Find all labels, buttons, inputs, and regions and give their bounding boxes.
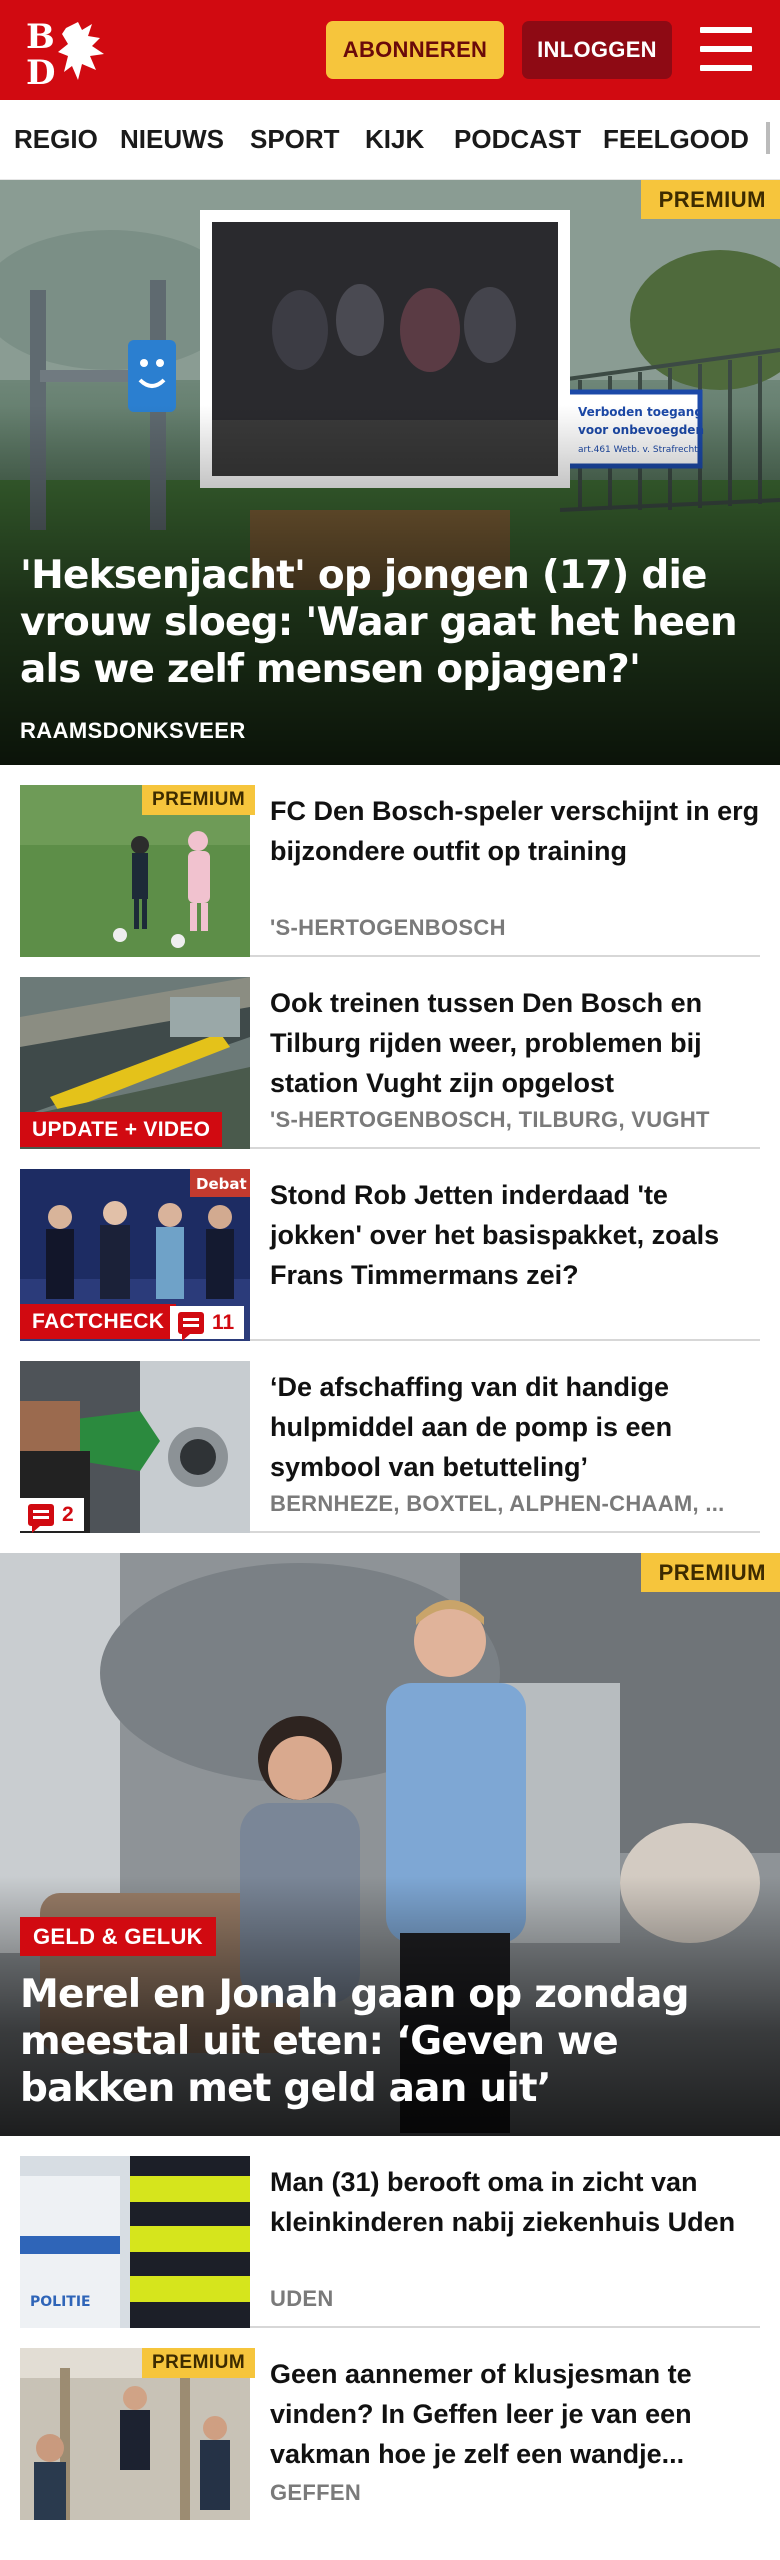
login-button[interactable]: INLOGGEN xyxy=(522,21,672,79)
article-title[interactable]: Geen aannemer of klusjesman te vinden? I… xyxy=(270,2354,765,2474)
comment-count[interactable]: 11 xyxy=(170,1306,245,1341)
article-label: UPDATE + VIDEO xyxy=(20,1112,223,1147)
list-item[interactable]: PREMIUM Geen aannemer of klusjesman te v… xyxy=(20,2348,760,2520)
site-header: B D ABONNEREN INLOGGEN xyxy=(0,0,780,100)
article-location: UDEN xyxy=(270,2286,334,2311)
subscribe-button[interactable]: ABONNEREN xyxy=(326,21,504,79)
nav-overflow-indicator xyxy=(766,122,770,154)
hero-title[interactable]: 'Heksenjacht' op jongen (17) die vrouw s… xyxy=(20,552,760,693)
thumb-caption: POLITIE xyxy=(30,2294,91,2310)
premium-badge: PREMIUM xyxy=(142,785,256,815)
article-location: GEFFEN xyxy=(270,2480,362,2505)
svg-text:B: B xyxy=(26,17,55,57)
article-title[interactable]: ‘De afschaffing van dit handige hulpmidd… xyxy=(270,1367,765,1487)
svg-text:D: D xyxy=(26,53,55,86)
feature-title[interactable]: Merel en Jonah gaan op zondag meestal ui… xyxy=(20,1971,760,2112)
comment-icon xyxy=(28,1504,54,1533)
article-label: FACTCHECK xyxy=(20,1304,177,1339)
main-nav: REGIO NIEUWS SPORT KIJK PODCAST FEELGOOD xyxy=(0,100,780,180)
comment-count-value: 11 xyxy=(212,1311,235,1334)
article-title[interactable]: Man (31) berooft oma in zicht van kleink… xyxy=(270,2162,765,2242)
premium-badge: PREMIUM xyxy=(640,1553,780,1592)
premium-badge: PREMIUM xyxy=(640,180,780,219)
article-location: 'S-HERTOGENBOSCH, TILBURG, VUGHT xyxy=(270,1107,710,1132)
nav-item-kijk[interactable]: KIJK xyxy=(365,124,424,155)
list-item[interactable]: PREMIUM FC Den Bosch-speler verschijnt i… xyxy=(20,785,760,957)
list-item[interactable]: Debat FACTCHECK 11 Stond Rob Jetten inde… xyxy=(20,1169,760,1341)
article-location: 'S-HERTOGENBOSCH xyxy=(270,915,506,940)
nav-item-podcast[interactable]: PODCAST xyxy=(454,124,581,155)
list-item[interactable]: 2 ‘De afschaffing van dit handige hulpmi… xyxy=(20,1361,760,1533)
feature-article[interactable]: PREMIUM GELD & GELUK Merel en Jonah gaan… xyxy=(0,1553,780,2136)
list-item[interactable]: UPDATE + VIDEO Ook treinen tussen Den Bo… xyxy=(20,977,760,1149)
article-location: BERNHEZE, BOXTEL, ALPHEN-CHAAM, ... xyxy=(270,1491,725,1516)
nav-item-regio[interactable]: REGIO xyxy=(14,124,98,155)
comment-icon xyxy=(178,1312,204,1341)
article-title[interactable]: FC Den Bosch-speler verschijnt in erg bi… xyxy=(270,791,765,871)
article-title[interactable]: Stond Rob Jetten inderdaad 'te jokken' o… xyxy=(270,1175,765,1295)
comment-count[interactable]: 2 xyxy=(20,1498,84,1533)
bd-logo[interactable]: B D xyxy=(26,16,118,86)
nav-item-feelgood[interactable]: FEELGOOD xyxy=(603,124,749,155)
hero-location: RAAMSDONKSVEER xyxy=(20,718,246,743)
premium-badge: PREMIUM xyxy=(142,2348,256,2378)
list-item[interactable]: POLITIE Man (31) berooft oma in zicht va… xyxy=(20,2156,760,2328)
hero-article[interactable]: Verboden toegang voor onbevoegden art.46… xyxy=(0,180,780,765)
comment-count-value: 2 xyxy=(62,1503,74,1526)
thumb-caption: Debat xyxy=(196,1175,247,1193)
category-label[interactable]: GELD & GELUK xyxy=(20,1917,216,1956)
nav-item-nieuws[interactable]: NIEUWS xyxy=(120,124,224,155)
menu-icon[interactable] xyxy=(700,27,752,71)
nav-item-sport[interactable]: SPORT xyxy=(250,124,340,155)
article-thumbnail: POLITIE xyxy=(20,2156,250,2328)
article-title[interactable]: Ook treinen tussen Den Bosch en Tilburg … xyxy=(270,983,765,1103)
